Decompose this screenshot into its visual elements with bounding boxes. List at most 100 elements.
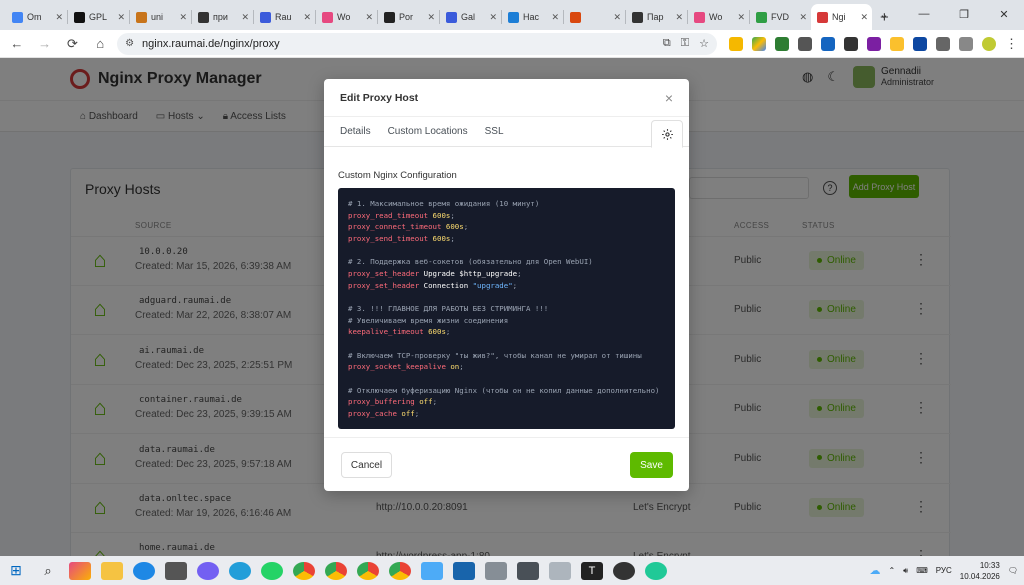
tab-details[interactable]: Details [340,126,371,137]
address-bar[interactable]: ⚙ nginx.raumai.de/nginx/proxy ⧉ ⚿ ☆ [117,32,717,55]
clock[interactable]: 10:33 10.04.2026 [960,560,1000,582]
tab-close-icon[interactable]: ✕ [613,12,621,23]
tab-label: Ngi [832,12,846,22]
tab-close-icon[interactable]: ✕ [303,12,311,23]
extension-icon[interactable] [820,36,835,51]
profile-avatar-icon[interactable] [981,36,996,51]
app-icon[interactable] [165,561,187,580]
restore-icon[interactable]: ❐ [944,0,984,28]
code-line: proxy_socket_keepalive on; [348,361,665,373]
password-key-icon[interactable]: ⚿ [681,37,689,50]
tab-close-icon[interactable]: ✕ [737,12,745,23]
tab-label: GPL [89,12,108,22]
chevron-up-icon[interactable]: ⌃ [888,566,895,575]
browser-tab[interactable]: Wo ✕ [688,4,749,30]
volume-icon[interactable]: 🔊︎ [903,566,908,576]
app-icon[interactable] [549,561,571,580]
tab-close-icon[interactable]: ✕ [489,12,497,23]
extension-icon[interactable] [866,36,881,51]
windows-start-icon[interactable]: ⊞ [5,562,27,580]
reload-icon[interactable]: ⟳ [62,33,84,55]
app-icon[interactable] [645,561,667,580]
tab-close-icon[interactable]: ✕ [675,12,683,23]
browser-tab[interactable]: FVD ✕ [750,4,811,30]
code-token: proxy_send_timeout [348,233,429,243]
tab-close-icon[interactable]: ✕ [551,12,559,23]
lightning-icon[interactable] [889,36,904,51]
site-info-icon[interactable]: ⚙ [125,38,134,49]
app-icon[interactable] [517,561,539,580]
puzzle-icon[interactable] [935,36,950,51]
browser-tab[interactable]: Ngi ✕ [811,4,872,30]
close-icon[interactable]: × [665,90,673,106]
browser-tab[interactable]: GPL ✕ [68,4,129,30]
modal-header: Edit Proxy Host × [324,79,689,117]
tab-advanced[interactable] [651,120,683,148]
modal-body: Custom Nginx Configuration # 1. Максимал… [324,147,689,429]
browser-tab[interactable]: Wo ✕ [316,4,377,30]
tab-close-icon[interactable]: ✕ [241,12,249,23]
translate-icon[interactable]: ⧉ [663,37,671,50]
edge-icon[interactable] [133,561,155,580]
typora-icon[interactable]: T [581,561,603,580]
keyboard-icon[interactable]: ⌨ [916,566,928,575]
app-icon[interactable] [453,561,475,580]
chevron-down-icon[interactable]: ⌄ [864,0,904,28]
browser-tab[interactable]: uni ✕ [130,4,191,30]
tab-close-icon[interactable]: ✕ [799,12,807,23]
extension-icon[interactable] [912,36,927,51]
back-icon[interactable]: ← [6,33,28,55]
tab-label: Gal [461,12,476,22]
viber-icon[interactable] [197,561,219,580]
chatgpt-icon[interactable] [613,561,635,580]
browser-tab[interactable]: Нас ✕ [502,4,563,30]
home-icon[interactable]: ⌂ [89,33,111,55]
widgets-icon[interactable] [69,561,91,580]
chrome-icon[interactable] [357,561,379,580]
forward-icon[interactable]: → [34,33,56,55]
extension-icon[interactable] [797,36,812,51]
cancel-button[interactable]: Cancel [341,452,392,478]
save-button[interactable]: Save [630,452,673,478]
minimize-icon[interactable]: — [904,0,944,28]
tab-ssl[interactable]: SSL [485,126,504,137]
tab-label: uni [151,12,164,22]
browser-tab[interactable]: Om ✕ [6,4,67,30]
tab-close-icon[interactable]: ✕ [427,12,435,23]
whatsapp-icon[interactable] [261,561,283,580]
sidebar-icon[interactable] [958,36,973,51]
browser-tab[interactable]: Por ✕ [378,4,439,30]
notifications-icon[interactable]: 🗨︎ [1008,566,1018,575]
tab-close-icon[interactable]: ✕ [179,12,187,23]
custom-nginx-config-editor[interactable]: # 1. Максимальное время ожидания (10 мин… [338,188,675,429]
file-explorer-icon[interactable] [101,561,123,580]
bookmark-star-icon[interactable]: ☆ [699,37,709,50]
tab-close-icon[interactable]: ✕ [117,12,125,23]
tab-custom-locations[interactable]: Custom Locations [388,126,468,137]
app-icon[interactable] [485,561,507,580]
browser-tab[interactable]: ✕ [564,4,625,30]
google-drive-icon[interactable] [751,36,766,51]
app-icon[interactable] [421,561,443,580]
tab-close-icon[interactable]: ✕ [365,12,373,23]
close-window-icon[interactable]: ✕ [984,0,1024,28]
extension-icon[interactable] [728,36,743,51]
extension-icon[interactable] [843,36,858,51]
browser-tab[interactable]: Gal ✕ [440,4,501,30]
extension-icon[interactable] [774,36,789,51]
telegram-icon[interactable] [229,561,251,580]
tab-close-icon[interactable]: ✕ [55,12,63,23]
language-indicator[interactable]: РУС [936,566,952,575]
chrome-icon[interactable] [389,561,411,580]
code-line: proxy_send_timeout 600s; [348,233,665,245]
chrome-icon[interactable] [293,561,315,580]
browser-tab[interactable]: Пар ✕ [626,4,687,30]
search-icon[interactable]: ⌕ [37,562,59,580]
menu-dots-icon[interactable]: ⋮ [1005,36,1018,52]
browser-tab[interactable]: при ✕ [192,4,253,30]
tab-label: Om [27,12,42,22]
chrome-icon[interactable] [325,561,347,580]
weather-icon[interactable]: ☁ [869,564,880,577]
edit-proxy-host-modal: Edit Proxy Host × Details Custom Locatio… [324,79,689,491]
browser-tab[interactable]: Rau ✕ [254,4,315,30]
